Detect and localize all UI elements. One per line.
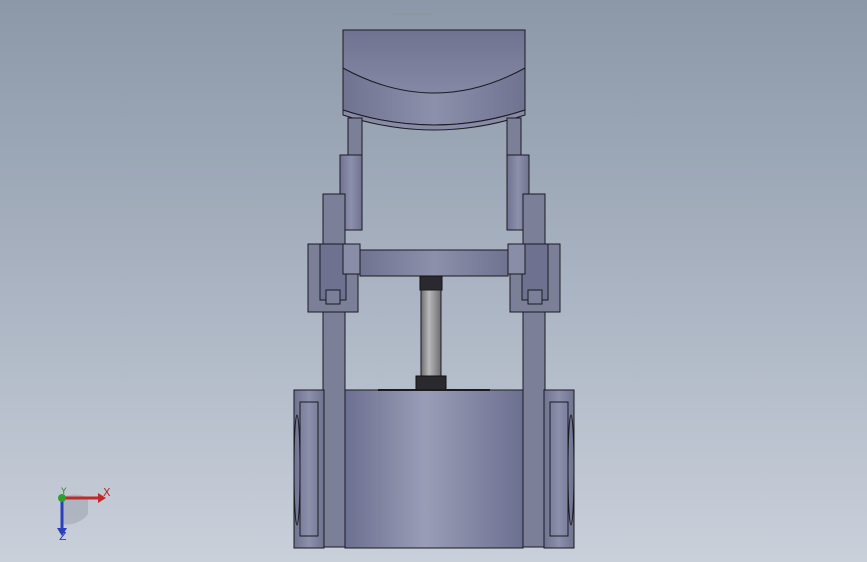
right-wheel[interactable] [543, 389, 575, 549]
left-post[interactable] [322, 311, 346, 548]
right-post[interactable] [522, 311, 546, 548]
axis-x-label: X [103, 486, 111, 499]
left-wheel[interactable] [293, 389, 325, 549]
axis-z-label: Z [59, 530, 67, 543]
cross-bar[interactable] [359, 249, 509, 277]
graphics-viewport[interactable]: X Y Z [0, 0, 867, 562]
model-assembly[interactable] [0, 0, 867, 562]
base-cylinder[interactable] [344, 389, 524, 549]
piston-rod[interactable] [415, 275, 447, 391]
head-block[interactable] [342, 29, 526, 131]
axis-y-label: Y [61, 487, 67, 497]
